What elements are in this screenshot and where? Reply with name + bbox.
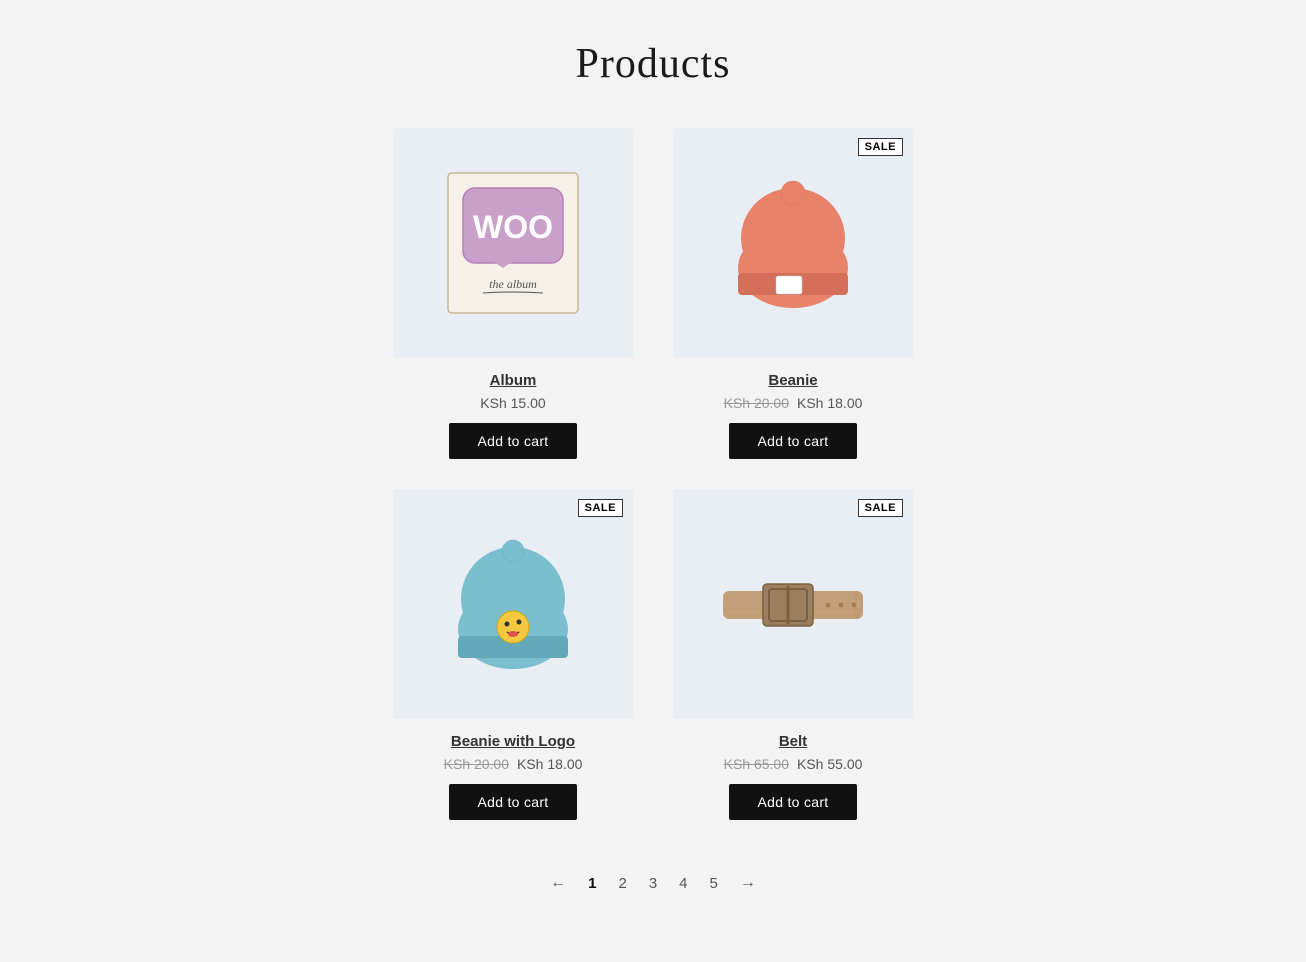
price-sale-beanie-logo: KSh 18.00 xyxy=(517,756,582,772)
product-card-album: WOO the album Album KSh 15.00 Add to car… xyxy=(393,128,633,459)
add-to-cart-album[interactable]: Add to cart xyxy=(449,423,576,459)
beanie-logo-illustration xyxy=(428,519,598,689)
pagination-next[interactable]: → xyxy=(732,870,764,896)
pagination-page-3[interactable]: 3 xyxy=(641,871,665,896)
sale-badge-belt: SALE xyxy=(858,499,903,517)
sale-badge-beanie-logo: SALE xyxy=(578,499,623,517)
page-title: Products xyxy=(576,40,731,88)
price-beanie-logo: KSh 20.00 KSh 18.00 xyxy=(444,756,583,772)
product-name-beanie-logo[interactable]: Beanie with Logo xyxy=(451,733,575,750)
product-card-belt: SALE xyxy=(673,489,913,820)
add-to-cart-belt[interactable]: Add to cart xyxy=(729,784,856,820)
pagination-prev[interactable]: ← xyxy=(542,870,574,896)
price-beanie: KSh 20.00 KSh 18.00 xyxy=(724,395,863,411)
add-to-cart-beanie[interactable]: Add to cart xyxy=(729,423,856,459)
pagination-page-5[interactable]: 5 xyxy=(702,871,726,896)
product-card-beanie: SALE Beanie KSh 20.00 KSh 18.00 Add to c… xyxy=(673,128,913,459)
pagination-page-2[interactable]: 2 xyxy=(610,871,634,896)
price-album: KSh 15.00 xyxy=(480,395,545,411)
product-card-beanie-logo: SALE Bea xyxy=(393,489,633,820)
product-image-album[interactable]: WOO the album xyxy=(393,128,633,358)
svg-text:WOO: WOO xyxy=(473,209,553,245)
svg-text:the album: the album xyxy=(489,277,537,291)
product-image-beanie-logo[interactable]: SALE xyxy=(393,489,633,719)
belt-illustration xyxy=(708,519,878,689)
pagination-page-4[interactable]: 4 xyxy=(671,871,695,896)
add-to-cart-beanie-logo[interactable]: Add to cart xyxy=(449,784,576,820)
price-belt: KSh 65.00 KSh 55.00 xyxy=(724,756,863,772)
price-original-belt: KSh 65.00 xyxy=(724,756,789,772)
product-name-belt[interactable]: Belt xyxy=(779,733,807,750)
products-grid: WOO the album Album KSh 15.00 Add to car… xyxy=(393,128,913,820)
album-illustration: WOO the album xyxy=(428,158,598,328)
pagination: ← 1 2 3 4 5 → xyxy=(542,870,764,896)
price-sale-belt: KSh 55.00 xyxy=(797,756,862,772)
product-name-album[interactable]: Album xyxy=(490,372,537,389)
pagination-page-1[interactable]: 1 xyxy=(580,871,604,896)
price-regular-album: KSh 15.00 xyxy=(480,395,545,411)
price-original-beanie-logo: KSh 20.00 xyxy=(444,756,509,772)
product-name-beanie[interactable]: Beanie xyxy=(768,372,817,389)
beanie-illustration xyxy=(708,158,878,328)
sale-badge-beanie: SALE xyxy=(858,138,903,156)
product-image-beanie[interactable]: SALE xyxy=(673,128,913,358)
product-image-belt[interactable]: SALE xyxy=(673,489,913,719)
price-sale-beanie: KSh 18.00 xyxy=(797,395,862,411)
price-original-beanie: KSh 20.00 xyxy=(724,395,789,411)
